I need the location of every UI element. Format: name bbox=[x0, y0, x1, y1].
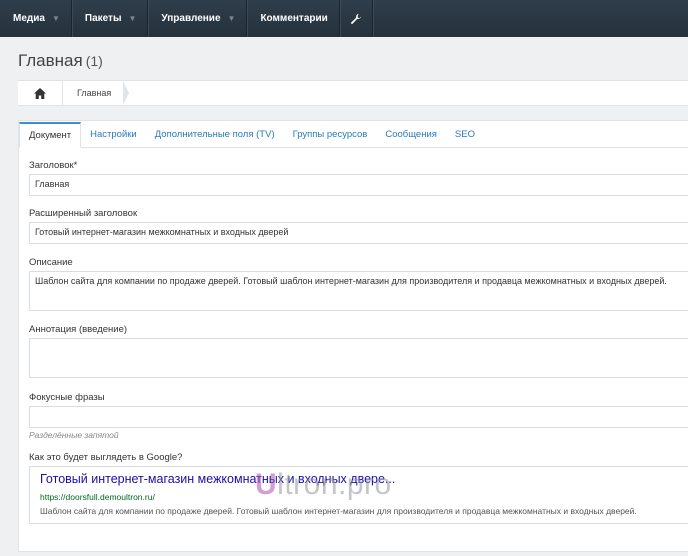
tab-settings-label: Настройки bbox=[90, 129, 137, 140]
menu-media[interactable]: Медиа ▼ bbox=[0, 0, 72, 37]
tab-bar: Документ Настройки Дополнительные поля (… bbox=[19, 121, 688, 148]
description-field[interactable]: Шаблон сайта для компании по продаже две… bbox=[29, 271, 688, 311]
tab-document[interactable]: Документ bbox=[19, 122, 82, 148]
menu-comments[interactable]: Комментарии bbox=[247, 0, 340, 37]
tab-seo[interactable]: SEO bbox=[446, 122, 484, 147]
chevron-down-icon: ▼ bbox=[128, 14, 137, 23]
tab-tv-label: Дополнительные поля (TV) bbox=[154, 129, 275, 140]
menu-media-label: Медиа bbox=[13, 13, 45, 24]
menu-manage-label: Управление bbox=[161, 13, 221, 24]
breadcrumb-current-label: Главная bbox=[77, 88, 112, 98]
snippet-description: Шаблон сайта для компании по продаже две… bbox=[40, 506, 637, 516]
tab-messages[interactable]: Сообщения bbox=[376, 122, 446, 147]
menu-manage[interactable]: Управление ▼ bbox=[148, 0, 248, 37]
chevron-down-icon: ▼ bbox=[51, 14, 60, 23]
tab-settings[interactable]: Настройки bbox=[81, 122, 146, 147]
page-title-text: Главная bbox=[18, 51, 83, 70]
longtitle-label: Расширенный заголовок bbox=[29, 208, 138, 219]
menu-packages[interactable]: Пакеты ▼ bbox=[72, 0, 149, 37]
introtext-field[interactable] bbox=[29, 338, 688, 378]
document-panel: Документ Настройки Дополнительные поля (… bbox=[18, 120, 688, 552]
breadcrumb: Главная bbox=[18, 80, 688, 106]
page-count: (1) bbox=[85, 53, 103, 69]
tab-document-label: Документ bbox=[29, 130, 72, 141]
snippet-title: Готовый интернет-магазин межкомнатных и … bbox=[40, 472, 396, 486]
google-preview-label: Как это будет выглядеть в Google? bbox=[29, 452, 183, 463]
top-menu-bar: Медиа ▼ Пакеты ▼ Управление ▼ Комментари… bbox=[0, 0, 688, 37]
title-label: Заголовок* bbox=[29, 160, 78, 171]
menu-comments-label: Комментарии bbox=[260, 13, 328, 24]
tab-messages-label: Сообщения bbox=[385, 129, 437, 140]
tab-resource-groups-label: Группы ресурсов bbox=[292, 129, 368, 140]
tab-resource-groups[interactable]: Группы ресурсов bbox=[284, 122, 377, 147]
description-label: Описание bbox=[29, 257, 73, 268]
menu-packages-label: Пакеты bbox=[84, 13, 122, 24]
introtext-label: Аннотация (введение) bbox=[29, 324, 128, 335]
chevron-right-icon bbox=[123, 81, 130, 105]
keywords-hint: Разделённые запятой bbox=[29, 430, 119, 440]
snippet-url: https://doorsfull.demoultron.ru/ bbox=[40, 492, 155, 502]
title-field[interactable]: Главная bbox=[29, 174, 688, 196]
chevron-down-icon: ▼ bbox=[227, 14, 236, 23]
keywords-label: Фокусные фразы bbox=[29, 392, 105, 403]
tab-tv[interactable]: Дополнительные поля (TV) bbox=[146, 122, 284, 147]
breadcrumb-current[interactable]: Главная bbox=[63, 81, 130, 105]
wrench-icon[interactable] bbox=[340, 0, 373, 37]
longtitle-field[interactable]: Готовый интернет-магазин межкомнатных и … bbox=[29, 222, 688, 244]
tab-seo-label: SEO bbox=[454, 129, 475, 140]
page-title: Главная (1) bbox=[18, 51, 103, 71]
google-snippet-preview: Готовый интернет-магазин межкомнатных и … bbox=[29, 466, 688, 524]
keywords-field[interactable] bbox=[29, 406, 688, 428]
home-icon[interactable] bbox=[18, 81, 63, 105]
